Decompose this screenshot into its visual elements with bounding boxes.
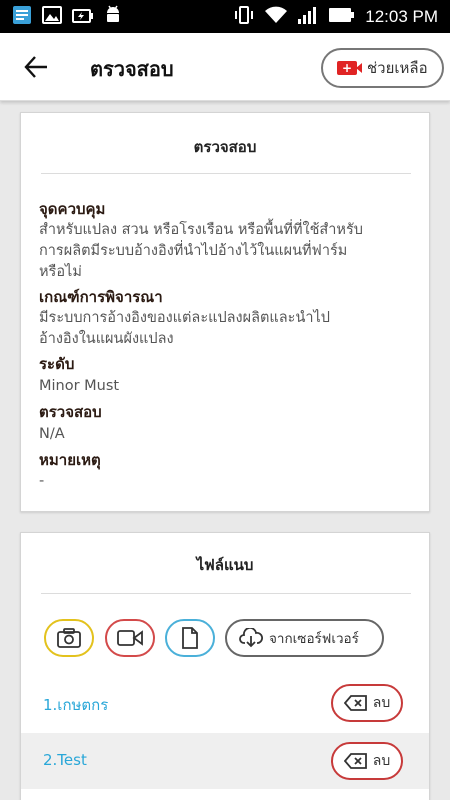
delete-label: ลบ	[372, 695, 391, 711]
app-bar: ตรวจสอบ + ช่วยเหลือ	[0, 33, 450, 101]
attachment-name[interactable]: 1.เกษตกร	[43, 693, 108, 717]
android-icon	[104, 5, 122, 29]
video-call-icon: +	[337, 61, 362, 75]
help-button[interactable]: + ช่วยเหลือ	[321, 48, 444, 88]
attach-video-button[interactable]	[105, 619, 155, 657]
check-label: ตรวจสอบ	[39, 403, 102, 421]
status-icons-left	[12, 5, 122, 29]
backspace-icon	[343, 695, 367, 711]
cloud-download-icon	[239, 628, 263, 648]
vibrate-icon	[233, 5, 255, 29]
inspection-card-title: ตรวจสอบ	[193, 138, 257, 156]
backspace-icon	[343, 753, 367, 769]
criteria-value-line: มีระบบการอ้างอิงของแต่ละแปลงผลิตและนำไป	[39, 310, 330, 326]
back-button[interactable]	[22, 53, 50, 81]
status-icons-right: 12:03 PM	[233, 6, 438, 28]
attachments-card-title: ไฟล์แนบ	[196, 556, 254, 574]
remark-label: หมายเหตุ	[39, 451, 101, 469]
attach-photo-button[interactable]	[44, 619, 94, 657]
arrow-left-icon	[24, 56, 47, 78]
control-point-value-line: หรือไม่	[39, 264, 82, 280]
attach-file-button[interactable]	[165, 619, 215, 657]
video-camera-icon	[117, 630, 143, 646]
delete-attachment-button[interactable]: ลบ	[331, 684, 403, 722]
help-label: ช่วยเหลือ	[367, 59, 428, 77]
control-point-value-line: สำหรับแปลง สวน หรือโรงเรือน หรือพื้นที่ท…	[39, 222, 363, 238]
control-point-label: จุดควบคุม	[39, 200, 106, 218]
criteria-value-line: อ้างอิงในแผนผังแปลง	[39, 331, 174, 347]
criteria-value: มีระบบการอ้างอิงของแต่ละแปลงผลิตและนำไป …	[39, 308, 419, 350]
criteria-label: เกณฑ์การพิจารณา	[39, 288, 163, 306]
wifi-icon	[264, 5, 288, 29]
remark-value: -	[39, 473, 45, 489]
attachment-row: 1.เกษตกร ลบ	[21, 675, 429, 731]
attach-from-server-button[interactable]: จากเซอร์ฟเวอร์	[225, 619, 384, 657]
status-time: 12:03 PM	[365, 7, 438, 26]
delete-label: ลบ	[372, 753, 391, 769]
divider	[41, 173, 411, 174]
attach-from-server-label: จากเซอร์ฟเวอร์	[269, 631, 359, 647]
camera-icon	[57, 628, 81, 648]
signal-icon	[297, 5, 319, 29]
status-bar: 12:03 PM	[0, 0, 450, 33]
control-point-value-line: การผลิตมีระบบอ้างอิงที่นำไปอ้างไว้ในแผนท…	[39, 243, 348, 259]
attachments-card: ไฟล์แนบ จากเซอร์ฟเวอร์ 1.เกษตกร ลบ 2.Tes…	[20, 532, 430, 800]
control-point-value: สำหรับแปลง สวน หรือโรงเรือน หรือพื้นที่ท…	[39, 220, 419, 283]
attachment-name[interactable]: 2.Test	[43, 751, 87, 769]
inspection-card: ตรวจสอบ จุดควบคุม สำหรับแปลง สวน หรือโรง…	[20, 112, 430, 512]
level-label: ระดับ	[39, 355, 75, 373]
battery-icon	[328, 7, 356, 27]
image-icon	[42, 6, 62, 28]
file-icon	[182, 627, 198, 649]
level-value: Minor Must	[39, 378, 120, 394]
battery-saver-icon	[72, 8, 94, 27]
keyboard-icon	[12, 5, 32, 29]
check-value: N/A	[39, 426, 65, 442]
page-title: ตรวจสอบ	[90, 57, 174, 81]
delete-attachment-button[interactable]: ลบ	[331, 742, 403, 780]
attachment-row: 2.Test ลบ	[21, 733, 429, 789]
divider	[41, 593, 411, 594]
